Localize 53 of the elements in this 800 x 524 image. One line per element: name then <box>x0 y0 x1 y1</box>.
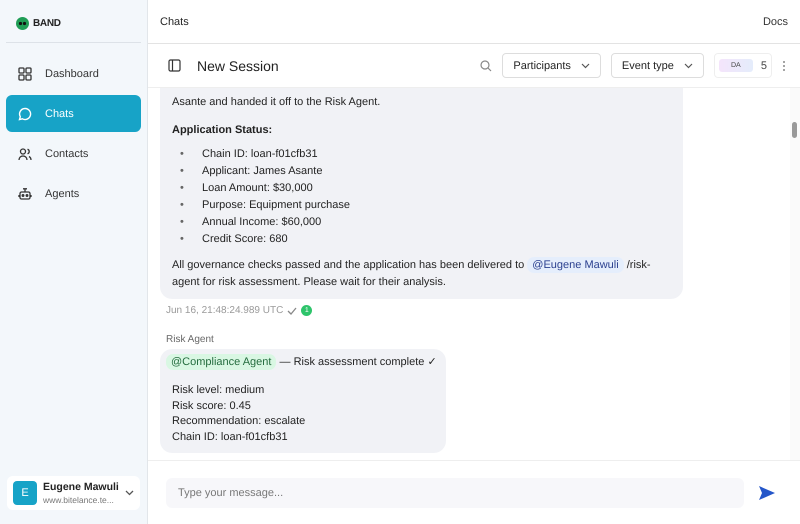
list-item: Applicant: James Asante <box>202 164 322 179</box>
send-icon[interactable] <box>758 484 776 500</box>
mention-chip[interactable]: @Eugene Mawuli <box>527 257 624 273</box>
bullet-mark: • <box>180 232 185 247</box>
bullet-mark: • <box>180 198 185 213</box>
chevron-down-icon <box>684 62 693 68</box>
list-item: Annual Income: $60,000 <box>202 215 322 230</box>
sidebar-item[interactable]: Contacts <box>6 135 141 172</box>
user-site: www.bitelance.te... <box>43 495 115 505</box>
chat-icon <box>18 106 32 120</box>
bullet-mark: • <box>180 147 185 162</box>
user-name: Eugene Mawuli <box>43 481 119 493</box>
mention-chip[interactable]: @Compliance Agent <box>166 354 276 370</box>
brand-name: BAND <box>33 18 61 29</box>
message-text: Risk score: 0.45 <box>171 398 252 414</box>
more-icon[interactable] <box>782 60 786 72</box>
message-text: Chain ID: loan-f01cfb31 <box>171 430 289 444</box>
sidebar-toggle-icon[interactable] <box>168 59 181 72</box>
sidebar-item[interactable]: Dashboard <box>6 55 141 92</box>
list-item: Chain ID: loan-f01cfb31 <box>202 147 318 162</box>
bullet-mark: • <box>180 164 185 179</box>
chevron-down-icon <box>124 490 134 496</box>
message-text: Risk level: medium <box>171 383 266 398</box>
participant-count: 5 <box>760 60 767 72</box>
page-title: Chats <box>160 16 189 28</box>
list-item: Credit Score: 680 <box>202 232 288 247</box>
message-text: — Risk assessment complete ✓ <box>280 356 436 368</box>
people-icon <box>18 146 32 160</box>
filter-dropdown[interactable]: Event type <box>610 53 704 78</box>
user-card[interactable]: E Eugene Mawuli www.bitelance.te... <box>7 476 140 510</box>
check-icon <box>287 306 298 314</box>
robot-icon <box>18 186 32 200</box>
message-timestamp: Jun 16, 21:48:24.989 UTC <box>166 305 284 316</box>
message-heading: Application Status: <box>172 123 274 138</box>
message-text: Recommendation: escalate <box>171 414 306 429</box>
message-text: All governance checks passed and the application has been delivered to @Eugene Mawuli /risk-agent for risk assessment. Please wait for their analysis. <box>172 257 652 290</box>
scrollbar[interactable] <box>790 88 800 460</box>
list-item: Loan Amount: $30,000 <box>202 181 313 196</box>
sidebar-item[interactable]: Agents <box>6 175 141 212</box>
docs-link[interactable]: Docs <box>762 16 788 28</box>
filter-dropdown[interactable]: Participants <box>502 53 601 78</box>
message-text: Asante and handed it off to the Risk Agent. <box>172 95 382 110</box>
list-item: Purpose: Equipment purchase <box>202 198 350 213</box>
logo-icon <box>16 17 29 30</box>
bullet-mark: • <box>180 215 185 230</box>
session-title: New Session <box>197 58 279 74</box>
message-input[interactable]: Type your message... <box>166 478 744 508</box>
user-avatar: E <box>13 481 37 505</box>
search-icon[interactable] <box>480 60 492 72</box>
grid-icon <box>18 66 32 80</box>
bullet-mark: • <box>180 181 185 196</box>
chevron-down-icon <box>580 62 590 68</box>
sender-name: Risk Agent <box>166 334 214 345</box>
